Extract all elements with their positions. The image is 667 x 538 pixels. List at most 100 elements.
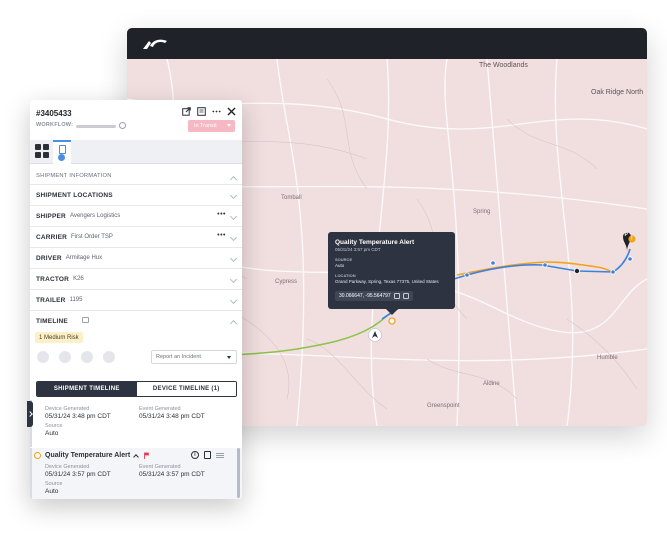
map-place-label: Humble xyxy=(597,355,618,361)
header-actions xyxy=(182,107,236,116)
timeline-tabs: SHIPMENT TIMELINE DEVICE TIMELINE (1) xyxy=(36,381,237,397)
chevron-down-icon xyxy=(229,254,238,263)
shipment-sections: SHIPMENT INFORMATION SHIPMENT LOCATIONS … xyxy=(30,167,242,332)
map-place-label: Oak Ridge North xyxy=(591,89,644,96)
person-icon[interactable] xyxy=(37,351,49,363)
vehicle-icon xyxy=(368,328,382,342)
event-generated-label: Event Generated xyxy=(139,406,181,412)
section-title: TRAILER xyxy=(36,296,66,304)
event-generated-time: 05/31/24 3:57 pm CDT xyxy=(139,471,205,478)
panel-tabs xyxy=(30,140,242,164)
map-place-label: Cypress xyxy=(275,279,298,285)
status-label: In Transit xyxy=(194,123,217,129)
device-generated-time: 05/31/24 3:57 pm CDT xyxy=(45,471,111,478)
section-timeline[interactable]: TIMELINE xyxy=(30,311,242,332)
section-shipment-locations[interactable]: SHIPMENT LOCATIONS xyxy=(30,185,242,206)
report-incident-select[interactable]: Report an Incident xyxy=(151,350,237,364)
section-driver[interactable]: DRIVER Armitage Hux xyxy=(30,248,242,269)
map-place-label: Spring xyxy=(473,209,491,215)
device-generated-time: 05/31/24 3:48 pm CDT xyxy=(45,413,111,420)
chevron-down-icon xyxy=(229,191,238,200)
chevron-down-icon xyxy=(229,296,238,305)
more-icon[interactable]: ••• xyxy=(217,211,226,218)
chevron-up-icon[interactable] xyxy=(133,454,139,460)
chevron-up-icon xyxy=(229,175,238,184)
info-icon[interactable]: i xyxy=(191,451,199,459)
tractor-value: K26 xyxy=(73,276,84,282)
tooltip-title: Quality Temperature Alert xyxy=(335,239,415,246)
chevron-down-icon xyxy=(229,233,238,242)
document-icon[interactable] xyxy=(103,351,115,363)
chevron-up-icon xyxy=(229,319,238,328)
pin-label: P xyxy=(624,232,628,238)
user-icon[interactable] xyxy=(81,351,93,363)
section-shipper[interactable]: SHIPPER Avengers Logistics ••• xyxy=(30,206,242,227)
shipment-id: #3405433 xyxy=(36,109,72,118)
map-place-label: Greenspoint xyxy=(427,403,460,409)
event-generated-label: Event Generated xyxy=(139,464,181,470)
grid-icon[interactable] xyxy=(35,144,49,158)
chevron-down-icon xyxy=(227,356,231,359)
panel-header: #3405433 WORKFLOW: In Transit xyxy=(30,100,242,140)
tooltip-coords-text: 30.066647, -95.564797 xyxy=(339,293,391,299)
comment-icon[interactable] xyxy=(82,317,89,323)
source-label: Source xyxy=(45,481,63,487)
device-generated-label: Device Generated xyxy=(45,464,90,470)
location-dot-icon xyxy=(58,154,65,161)
map-link-icon[interactable] xyxy=(402,293,409,299)
risk-badge[interactable]: 1 Medium Risk xyxy=(35,332,83,343)
scrollbar[interactable] xyxy=(237,448,240,498)
more-icon[interactable] xyxy=(212,107,221,116)
timeline-rail xyxy=(30,448,32,499)
panel-collapse-handle[interactable] xyxy=(27,401,33,427)
map-place-label: Tomball xyxy=(281,195,302,201)
section-title: SHIPMENT INFORMATION xyxy=(36,172,112,179)
alert-actions: i xyxy=(191,451,224,459)
source-value: Auto xyxy=(45,430,59,437)
timeline-event-details: Device Generated 05/31/24 3:57 pm CDT So… xyxy=(45,464,225,495)
close-icon[interactable] xyxy=(227,107,236,116)
more-icon[interactable]: ••• xyxy=(217,232,226,239)
tooltip-time: 05/31/24 3:57 pm CDT xyxy=(335,247,381,252)
workflow-status-icon[interactable] xyxy=(119,122,126,129)
tab-device-timeline[interactable]: DEVICE TIMELINE (1) xyxy=(136,382,236,396)
clipboard-icon[interactable] xyxy=(204,451,211,459)
chevron-down-icon xyxy=(227,124,231,127)
copy-icon[interactable] xyxy=(393,293,400,299)
workflow-progress xyxy=(76,125,116,128)
trailer-value: 1195 xyxy=(69,297,83,303)
incident-quick-actions xyxy=(37,351,115,363)
section-title: TIMELINE xyxy=(36,318,68,325)
section-trailer[interactable]: TRAILER 1195 xyxy=(30,290,242,311)
workflow-label: WORKFLOW: xyxy=(36,122,74,128)
map-topbar xyxy=(127,28,647,59)
timeline-events: Device Generated 05/31/24 3:48 pm CDT So… xyxy=(30,400,242,499)
map-alert-tooltip: Quality Temperature Alert 05/31/24 3:57 … xyxy=(328,232,455,315)
section-shipment-information[interactable]: SHIPMENT INFORMATION xyxy=(30,167,242,185)
tooltip-coords: 30.066647, -95.564797 xyxy=(335,291,413,301)
section-tractor[interactable]: TRACTOR K26 xyxy=(30,269,242,290)
driver-value: Armitage Hux xyxy=(65,255,103,261)
section-carrier[interactable]: CARRIER First Order TSP ••• xyxy=(30,227,242,248)
source-value: Auto xyxy=(45,488,59,495)
building-icon[interactable] xyxy=(59,351,71,363)
menu-lines-icon[interactable] xyxy=(216,452,224,458)
timeline-alert-event[interactable]: Quality Temperature Alert i Device Gener… xyxy=(30,448,242,499)
section-title: CARRIER xyxy=(36,233,68,241)
print-icon[interactable] xyxy=(197,107,206,116)
carrier-value: First Order TSP xyxy=(71,234,113,240)
tooltip-location-label: LOCATION xyxy=(335,273,356,278)
brand-logo-icon xyxy=(143,39,167,49)
chevron-down-icon xyxy=(229,212,238,221)
shipper-value: Avengers Logistics xyxy=(69,213,121,219)
tooltip-source-value: Auto xyxy=(335,263,345,268)
status-dropdown[interactable]: In Transit xyxy=(188,120,235,132)
map-place-label: Aldine xyxy=(483,381,500,387)
tooltip-location-value: Grand Parkway, Spring, Texas 77375, Unit… xyxy=(335,279,439,284)
shipment-panel: #3405433 WORKFLOW: In Transit SHIPMENT I… xyxy=(30,100,242,499)
section-title: TRACTOR xyxy=(36,275,70,283)
section-title: SHIPPER xyxy=(36,212,66,220)
external-link-icon[interactable] xyxy=(182,107,191,116)
tab-shipment-timeline[interactable]: SHIPMENT TIMELINE xyxy=(37,382,137,396)
flag-icon[interactable] xyxy=(144,452,150,459)
